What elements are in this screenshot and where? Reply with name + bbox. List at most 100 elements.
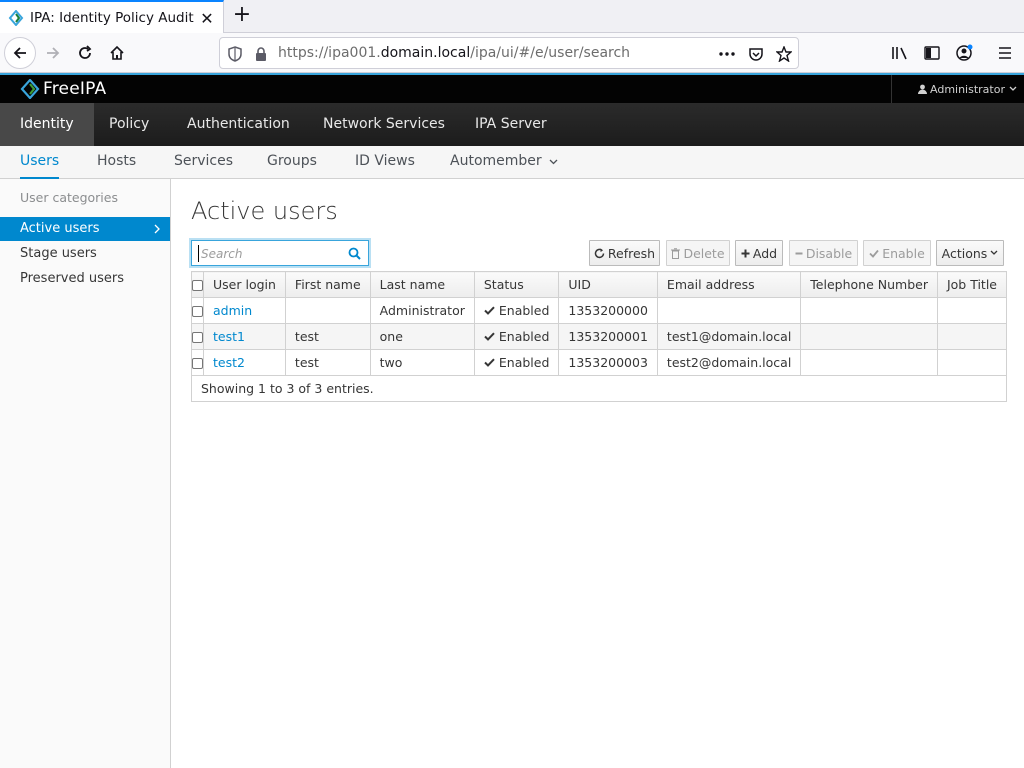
table-footer-row: Showing 1 to 3 of 3 entries. — [191, 375, 1007, 402]
status-text: Enabled — [498, 303, 550, 318]
row-select-cell — [191, 323, 204, 350]
account-icon — [956, 44, 973, 61]
library-button[interactable] — [884, 37, 916, 69]
column-header-telephone[interactable]: Telephone Number — [800, 271, 938, 298]
page-title: Active users — [191, 197, 338, 225]
delete-button[interactable]: Delete — [666, 240, 730, 266]
pocket-icon[interactable] — [747, 45, 765, 63]
row-checkbox[interactable] — [192, 306, 203, 317]
user-login-link[interactable]: test1 — [213, 329, 245, 344]
tab-automember[interactable]: Automember — [450, 146, 558, 179]
sidebar-heading: User categories — [20, 190, 118, 205]
lock-icon[interactable] — [252, 45, 270, 63]
sidebar-toggle-button[interactable] — [916, 37, 948, 69]
browser-tab[interactable]: IPA: Identity Policy Audit ✕ — [0, 0, 224, 34]
email-cell: test1@domain.local — [656, 323, 802, 350]
freeipa-logo[interactable]: FreeIPA — [20, 79, 106, 99]
user-login-link[interactable]: admin — [213, 303, 252, 318]
tab-users[interactable]: Users — [20, 146, 60, 179]
column-header-user-login[interactable]: User login — [203, 271, 286, 298]
status-cell: Enabled — [473, 323, 560, 350]
url-path: /ipa/ui/#/e/user/search — [470, 45, 631, 61]
email-cell — [656, 297, 802, 324]
url-bar[interactable]: https://ipa001.domain.local/ipa/ui/#/e/u… — [219, 37, 799, 69]
select-all-checkbox[interactable] — [192, 280, 203, 291]
table-footer-text: Showing 1 to 3 of 3 entries. — [191, 375, 1007, 402]
forward-button[interactable] — [37, 37, 69, 69]
user-login-cell: admin — [203, 297, 286, 324]
tab-services[interactable]: Services — [174, 146, 233, 179]
user-login-link[interactable]: test2 — [213, 355, 245, 370]
table-row: admin Administrator Enabled 1353200000 — [191, 297, 1008, 324]
search-box — [191, 240, 369, 266]
chevron-right-icon — [154, 224, 160, 234]
sidebar-item-active-users[interactable]: Active users — [0, 217, 170, 241]
user-login-cell: test1 — [203, 323, 286, 350]
chevron-down-icon — [1009, 86, 1017, 91]
table-row: test1 test one Enabled 1353200001 test1@… — [191, 323, 1008, 350]
account-button[interactable] — [948, 37, 980, 69]
close-tab-icon[interactable]: ✕ — [199, 9, 215, 28]
enable-button[interactable]: Enable — [863, 240, 931, 266]
refresh-button[interactable]: Refresh — [589, 240, 660, 266]
tab-groups[interactable]: Groups — [267, 146, 317, 179]
column-header-email[interactable]: Email address — [656, 271, 802, 298]
first-name-cell: test — [284, 323, 371, 350]
secondary-nav: Users Hosts Services Groups ID Views Aut… — [0, 146, 1024, 179]
primary-nav-policy[interactable]: Policy — [89, 103, 169, 146]
add-label: Add — [752, 245, 778, 261]
row-checkbox[interactable] — [192, 332, 203, 343]
status-text: Enabled — [498, 329, 550, 344]
bookmark-star-icon[interactable] — [775, 45, 793, 63]
arrow-right-icon — [47, 47, 60, 59]
user-login-cell: test2 — [203, 349, 286, 376]
tab-id-views[interactable]: ID Views — [355, 146, 415, 179]
job-title-cell — [936, 323, 1008, 350]
last-name-cell: Administrator — [369, 297, 475, 324]
reload-button[interactable] — [69, 37, 101, 69]
primary-nav-identity[interactable]: Identity — [0, 103, 94, 146]
add-button[interactable]: Add — [735, 240, 783, 266]
check-icon — [484, 332, 495, 341]
sidebar-item-stage-users[interactable]: Stage users — [0, 242, 170, 266]
browser-navbar: https://ipa001.domain.local/ipa/ui/#/e/u… — [0, 33, 1024, 73]
sidebar-item-preserved-users[interactable]: Preserved users — [0, 267, 170, 291]
search-icon[interactable] — [348, 247, 361, 260]
tab-hosts[interactable]: Hosts — [97, 146, 136, 179]
first-name-cell — [284, 297, 371, 324]
refresh-icon — [594, 248, 605, 258]
new-tab-icon[interactable]: + — [230, 4, 254, 28]
primary-nav-authentication[interactable]: Authentication — [167, 103, 310, 146]
home-button[interactable] — [101, 37, 133, 69]
user-menu[interactable]: Administrator — [891, 75, 1024, 103]
table-row: test2 test two Enabled 1353200003 test2@… — [191, 349, 1008, 376]
search-input[interactable] — [198, 245, 343, 262]
reload-icon — [79, 45, 92, 59]
row-select-cell — [191, 349, 204, 376]
sidebar: User categories Active users Stage users… — [0, 179, 171, 768]
telephone-cell — [800, 297, 938, 324]
column-header-last-name[interactable]: Last name — [369, 271, 475, 298]
check-icon — [484, 358, 495, 367]
menu-button[interactable] — [989, 37, 1021, 69]
column-header-job-title[interactable]: Job Title — [936, 271, 1008, 298]
app-header: FreeIPA Administrator — [0, 73, 1024, 103]
tracking-shield-icon[interactable] — [226, 45, 244, 63]
primary-nav-network-services[interactable]: Network Services — [303, 103, 465, 146]
primary-nav-ipa-server[interactable]: IPA Server — [455, 103, 567, 146]
column-header-status[interactable]: Status — [473, 271, 560, 298]
column-header-first-name[interactable]: First name — [284, 271, 371, 298]
delete-label: Delete — [683, 245, 725, 261]
last-name-cell: one — [369, 323, 475, 350]
user-icon — [918, 84, 927, 94]
disable-button[interactable]: Disable — [789, 240, 858, 266]
column-header-uid[interactable]: UID — [558, 271, 658, 298]
row-checkbox[interactable] — [192, 358, 203, 369]
back-button[interactable] — [4, 37, 36, 69]
actions-dropdown[interactable]: Actions — [936, 240, 1004, 266]
trash-icon — [671, 247, 681, 259]
disable-label: Disable — [805, 245, 853, 261]
page-actions-icon[interactable] — [718, 45, 736, 63]
library-icon — [892, 47, 907, 60]
check-icon — [484, 306, 495, 315]
